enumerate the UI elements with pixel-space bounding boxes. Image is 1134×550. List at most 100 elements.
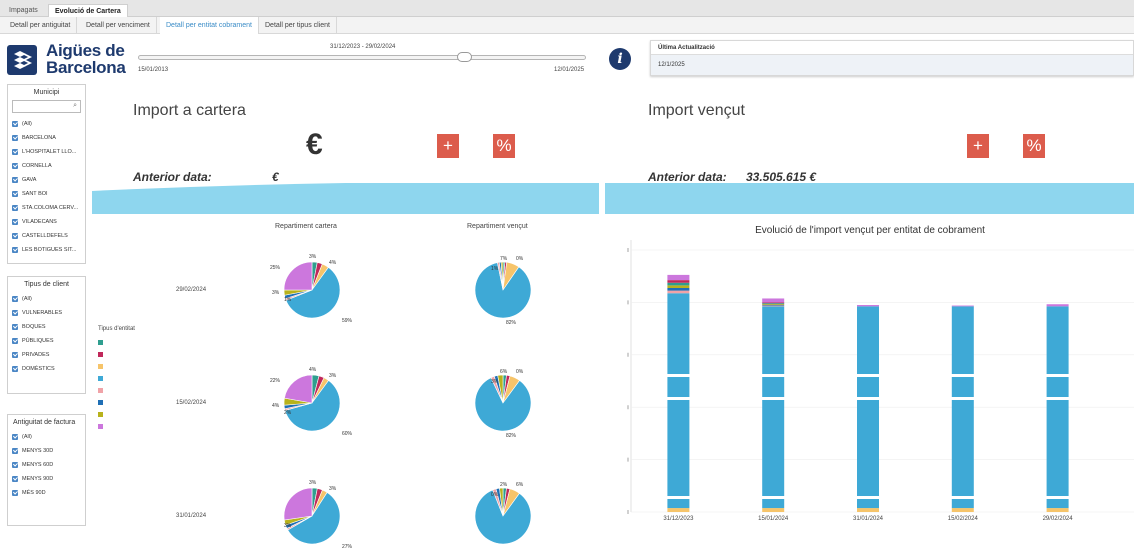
filter-option[interactable]: CORNELLA [8, 159, 85, 173]
tab-impagats[interactable]: Impagats [3, 4, 44, 17]
filter-option-label: LES BOTIGUES SIT... [22, 247, 77, 253]
vencut-anterior-label: Anterior data: [648, 170, 727, 184]
legend-swatch [98, 412, 103, 417]
pie-cartera-label: 3% [329, 486, 337, 492]
filter-option[interactable]: MÉS 90D [8, 486, 85, 500]
checkbox-checked-icon[interactable] [12, 476, 18, 482]
pie-cartera-label: 1% [284, 297, 292, 303]
subtab-antiguitat[interactable]: Detall per antiguitat [4, 17, 78, 34]
filter-option-label: MENYS 60D [22, 462, 54, 468]
checkbox-checked-icon[interactable] [12, 324, 18, 330]
vencut-plus-button[interactable]: + [967, 134, 989, 158]
pie-cartera-label: 3% [284, 523, 292, 529]
bar-segment [667, 285, 690, 288]
pie-cartera-label: 3% [329, 373, 337, 379]
checkbox-checked-icon[interactable] [12, 233, 18, 239]
checkbox-checked-icon[interactable] [12, 462, 18, 468]
filter-option[interactable]: SANT BOI [8, 187, 85, 201]
subtab-entitat-cobrament[interactable]: Detall per entitat cobrament [160, 17, 259, 34]
pie-cartera-label: 3% [309, 480, 317, 486]
checkbox-checked-icon[interactable] [12, 191, 18, 197]
filter-option[interactable]: BOQUES [8, 320, 85, 334]
filter-option[interactable]: VILADECANS [8, 215, 85, 229]
filter-option[interactable]: MENYS 90D [8, 472, 85, 486]
bar-segment [762, 298, 785, 303]
last-update-header: Última Actualització [651, 41, 1133, 55]
filter-option[interactable]: (All) [8, 117, 85, 131]
filter-option[interactable]: MENYS 30D [8, 444, 85, 458]
filter-option-label: (All) [22, 434, 32, 440]
pie-cartera-label: 4% [329, 260, 337, 266]
legend-swatch [98, 352, 103, 357]
checkbox-checked-icon[interactable] [12, 149, 18, 155]
filter-option[interactable]: PRIVADES [8, 348, 85, 362]
checkbox-checked-icon[interactable] [12, 163, 18, 169]
filter-option[interactable]: GAVA [8, 173, 85, 187]
pie-vencut-label: 82% [506, 433, 517, 439]
filter-option[interactable]: (All) [8, 430, 85, 444]
checkbox-checked-icon[interactable] [12, 205, 18, 211]
checkbox-checked-icon[interactable] [12, 366, 18, 372]
legend-swatch [98, 388, 103, 393]
cartera-plus-button[interactable]: + [437, 134, 459, 158]
pie-vencut-label: 2% [500, 482, 508, 488]
pie-row-date: 29/02/2024 [176, 287, 207, 293]
date-slider-handle[interactable] [457, 52, 472, 62]
checkbox-checked-icon[interactable] [12, 310, 18, 316]
filter-option[interactable]: LES BOTIGUES SIT... [8, 243, 85, 257]
checkbox-checked-icon[interactable] [12, 296, 18, 302]
checkbox-checked-icon[interactable] [12, 177, 18, 183]
filter-option[interactable]: (All) [8, 292, 85, 306]
filter-option-label: VILADECANS [22, 219, 57, 225]
pie-slice [283, 261, 313, 291]
checkbox-checked-icon[interactable] [12, 352, 18, 358]
pie-vencut [474, 261, 532, 319]
bar-segment [857, 305, 879, 307]
checkbox-checked-icon[interactable] [12, 121, 18, 127]
bar-segment [667, 282, 690, 286]
x-tick-label: 29/02/2024 [1042, 516, 1073, 522]
pie-cartera-label: 2% [284, 410, 292, 416]
checkbox-checked-icon[interactable] [12, 135, 18, 141]
date-slider-track[interactable] [138, 55, 586, 60]
kpi-cartera-title: Import a cartera [133, 102, 246, 119]
filter-option[interactable]: VULNERABLES [8, 306, 85, 320]
filter-option[interactable]: CASTELLDEFELS [8, 229, 85, 243]
bar-segment [667, 508, 690, 512]
cartera-percent-button[interactable]: % [493, 134, 515, 158]
checkbox-checked-icon[interactable] [12, 338, 18, 344]
sub-tab-bar: Detall per antiguitat Detall per vencime… [0, 17, 1134, 34]
checkbox-checked-icon[interactable] [12, 247, 18, 253]
checkbox-checked-icon[interactable] [12, 434, 18, 440]
municipi-search-input[interactable]: ⌕ [12, 100, 81, 113]
filter-option[interactable]: DOMÈSTICS [8, 362, 85, 376]
filter-option[interactable]: MENYS 60D [8, 458, 85, 472]
legend-swatch [98, 364, 103, 369]
legend-swatch [98, 400, 103, 405]
pie-slice [284, 374, 313, 404]
checkbox-checked-icon[interactable] [12, 219, 18, 225]
filter-option[interactable]: L'HOSPITALET LLO... [8, 145, 85, 159]
subtab-tipus-client[interactable]: Detall per tipus client [259, 17, 337, 34]
pie-vencut-label: 0% [516, 369, 524, 375]
subtab-venciment[interactable]: Detall per venciment [80, 17, 157, 34]
date-slider-max: 12/01/2025 [554, 67, 585, 73]
info-icon[interactable]: i [609, 48, 631, 70]
filter-option-label: PRIVADES [22, 352, 50, 358]
legend-swatch [98, 424, 103, 429]
tab-evolucio-cartera[interactable]: Evolució de Cartera [48, 4, 128, 17]
filter-option[interactable]: PÚBLIQUES [8, 334, 85, 348]
filter-option[interactable]: STA.COLOMA CERV... [8, 201, 85, 215]
cartera-band [92, 183, 599, 214]
vencut-percent-button[interactable]: % [1023, 134, 1045, 158]
checkbox-checked-icon[interactable] [12, 490, 18, 496]
bar-segment [951, 306, 974, 509]
pie-vencut [474, 374, 532, 432]
filter-option-label: DOMÈSTICS [22, 366, 55, 372]
date-range-label: 31/12/2023 - 29/02/2024 [330, 44, 396, 50]
checkbox-checked-icon[interactable] [12, 448, 18, 454]
filter-option[interactable]: BARCELONA [8, 131, 85, 145]
axis-break [633, 374, 1107, 377]
bar-segment [1046, 304, 1069, 307]
pie-cartera-label: 4% [272, 403, 280, 409]
